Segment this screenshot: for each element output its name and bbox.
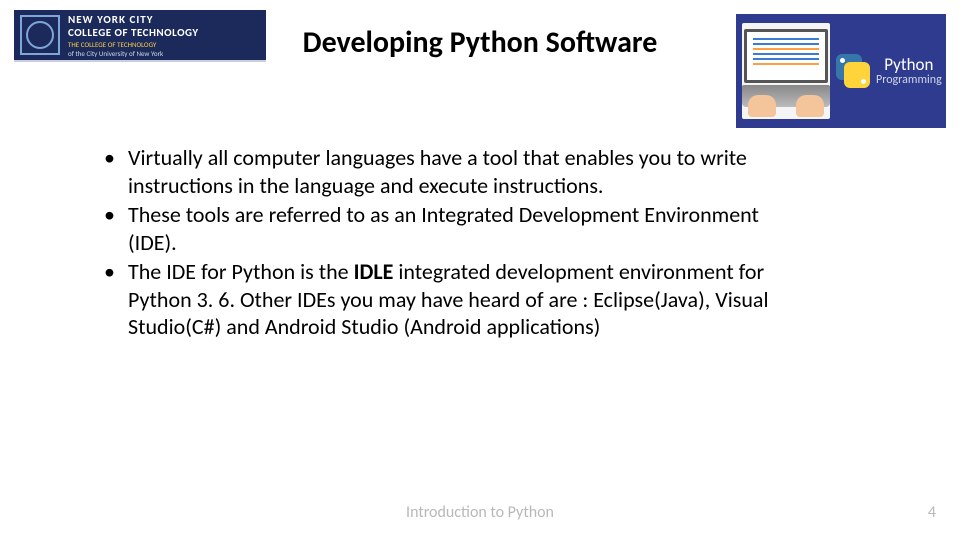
bullet-3: The IDE for Python is the IDLE integrate… (100, 258, 800, 341)
right-hand-icon (796, 95, 824, 117)
promo-brand: Python (876, 56, 942, 74)
bullet-2-text: These tools are referred to as an Integr… (128, 201, 759, 256)
bullet-3-bold: IDLE (354, 258, 394, 285)
left-hand-icon (748, 95, 776, 117)
python-logo-icon (836, 54, 870, 88)
page-number: 4 (928, 503, 936, 522)
bullet-1: Virtually all computer languages have a … (100, 144, 800, 199)
footer-center: Introduction to Python (0, 503, 960, 522)
python-promo-graphic: Python Programming (736, 14, 946, 128)
promo-text: Python Programming (876, 56, 942, 86)
slide: NEW YORK CITY COLLEGE OF TECHNOLOGY THE … (0, 0, 960, 540)
promo-subtitle: Programming (876, 74, 942, 87)
laptop-screen-icon (744, 29, 828, 83)
laptop-illustration (742, 23, 830, 119)
bullet-3-pre: The IDE for Python is the (128, 258, 354, 285)
hands-icon (742, 95, 830, 117)
body-text: Virtually all computer languages have a … (100, 144, 800, 343)
bullet-1-text: Virtually all computer languages have a … (128, 144, 747, 199)
bullet-2: These tools are referred to as an Integr… (100, 201, 800, 256)
